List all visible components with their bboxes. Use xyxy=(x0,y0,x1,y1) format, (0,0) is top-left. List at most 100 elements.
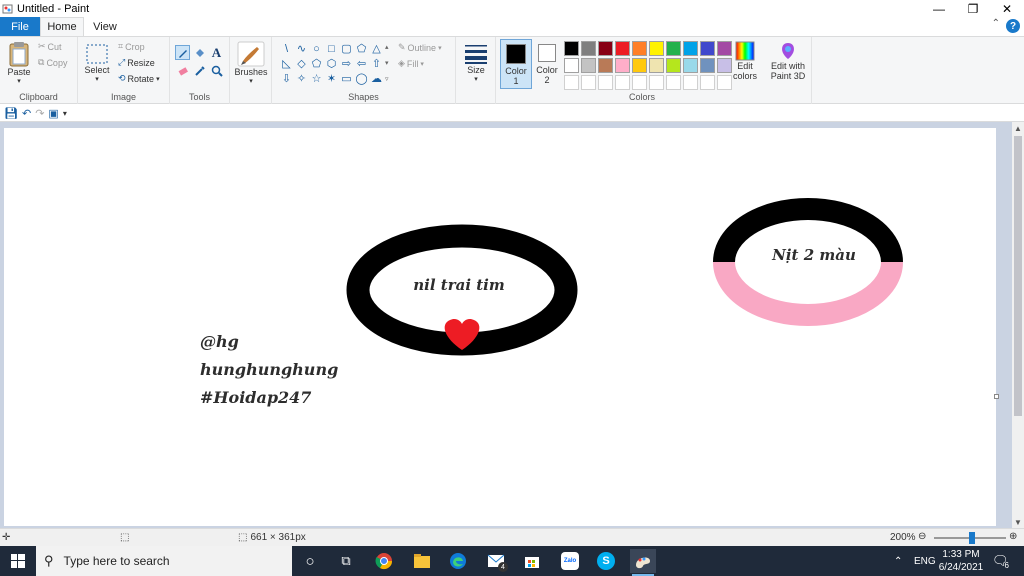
edit-colors-button[interactable]: Edit colors xyxy=(729,41,761,81)
color-swatch[interactable] xyxy=(700,58,715,73)
taskbar-search-box[interactable]: ⚲ Type here to search xyxy=(36,546,292,576)
show-hidden-icons-icon[interactable]: ⌃ xyxy=(894,546,902,576)
shape-option-10[interactable]: ⬡ xyxy=(324,57,339,72)
task-view-icon[interactable]: ⧉ xyxy=(334,549,358,573)
shape-option-3[interactable]: □ xyxy=(324,42,339,57)
color-swatch[interactable] xyxy=(649,41,664,56)
shape-option-17[interactable]: ✶ xyxy=(324,72,339,87)
shape-option-5[interactable]: ⬠ xyxy=(354,42,369,57)
rotate-button[interactable]: ⟲ Rotate ▾ xyxy=(118,73,160,84)
color-swatch[interactable] xyxy=(615,58,630,73)
shape-option-16[interactable]: ☆ xyxy=(309,72,324,87)
shape-option-0[interactable]: \ xyxy=(279,42,294,57)
color-picker-tool[interactable] xyxy=(192,63,207,78)
chrome-icon[interactable] xyxy=(372,549,396,573)
shape-option-18[interactable]: ▭ xyxy=(339,72,354,87)
fill-tool[interactable] xyxy=(192,45,207,60)
tab-file[interactable]: File xyxy=(0,17,40,36)
help-icon[interactable]: ? xyxy=(1006,19,1020,33)
magnifier-tool[interactable] xyxy=(209,63,224,78)
color-swatch[interactable] xyxy=(564,75,579,90)
scroll-thumb[interactable] xyxy=(1014,136,1022,416)
restore-button[interactable]: ❐ xyxy=(956,0,990,17)
shape-option-11[interactable]: ⇨ xyxy=(339,57,354,72)
color-swatch[interactable] xyxy=(700,41,715,56)
drawing-canvas[interactable]: nil trai tim Nịt 2 màu @hg hunghunghung … xyxy=(4,128,996,526)
file-explorer-icon[interactable] xyxy=(410,549,434,573)
color-swatch[interactable] xyxy=(564,41,579,56)
scroll-up-icon[interactable]: ▲ xyxy=(1012,122,1024,134)
zalo-icon[interactable]: Zalo xyxy=(558,549,582,573)
brushes-dropdown-icon[interactable]: ▾ xyxy=(233,77,269,85)
shapes-more-icon[interactable]: ▿ xyxy=(385,75,389,83)
shape-option-15[interactable]: ✧ xyxy=(294,72,309,87)
color-swatch[interactable] xyxy=(598,41,613,56)
shape-option-12[interactable]: ⇦ xyxy=(354,57,369,72)
resize-button[interactable]: ⤢ Resize xyxy=(118,57,155,68)
redo-icon[interactable]: ↷ xyxy=(35,107,44,120)
language-indicator[interactable]: ENG xyxy=(914,546,936,576)
fill-button[interactable]: ◈ Fill ▾ xyxy=(398,58,424,69)
canvas-resize-handle[interactable] xyxy=(994,394,999,399)
store-icon[interactable] xyxy=(520,549,544,573)
shape-option-19[interactable]: ◯ xyxy=(354,72,369,87)
copy-button[interactable]: ⧉ Copy xyxy=(38,57,67,68)
start-button[interactable] xyxy=(0,546,36,576)
color-swatch[interactable] xyxy=(649,58,664,73)
shape-option-14[interactable]: ⇩ xyxy=(279,72,294,87)
shape-option-4[interactable]: ▢ xyxy=(339,42,354,57)
color-swatch[interactable] xyxy=(598,58,613,73)
color-swatch[interactable] xyxy=(666,58,681,73)
paste-button[interactable]: Paste ▾ xyxy=(4,41,34,85)
shape-option-20[interactable]: ☁ xyxy=(369,72,384,87)
color2-button[interactable]: Color 2 xyxy=(534,39,560,89)
outline-button[interactable]: ✎ Outline ▾ xyxy=(398,42,442,53)
text-tool[interactable]: A xyxy=(209,45,224,60)
color1-button[interactable]: Color 1 xyxy=(500,39,532,89)
color-swatch[interactable] xyxy=(666,41,681,56)
eraser-tool[interactable] xyxy=(175,63,190,78)
zoom-out-button[interactable]: ⊖ xyxy=(918,531,926,542)
edge-icon[interactable] xyxy=(446,549,470,573)
shape-option-13[interactable]: ⇧ xyxy=(369,57,384,72)
tab-view[interactable]: View xyxy=(86,17,124,36)
cortana-icon[interactable]: ○ xyxy=(298,549,322,573)
color-swatch[interactable] xyxy=(581,58,596,73)
undo-icon[interactable]: ↶ xyxy=(22,107,31,120)
color-swatch[interactable] xyxy=(581,75,596,90)
color-swatch[interactable] xyxy=(683,75,698,90)
vertical-scrollbar[interactable]: ▲ ▼ xyxy=(1012,122,1024,528)
select-dropdown-icon[interactable]: ▾ xyxy=(82,75,112,83)
shapes-scroll-down-icon[interactable]: ▾ xyxy=(385,59,389,67)
shape-option-9[interactable]: ⬠ xyxy=(309,57,324,72)
edit-with-paint3d-button[interactable]: Edit with Paint 3D xyxy=(766,41,810,81)
color-swatch[interactable] xyxy=(564,58,579,73)
size-dropdown-icon[interactable]: ▾ xyxy=(462,75,490,83)
color-swatch[interactable] xyxy=(632,75,647,90)
rotate-dropdown-icon[interactable]: ▾ xyxy=(156,75,160,83)
minimize-button[interactable]: — xyxy=(922,0,956,17)
color-swatch[interactable] xyxy=(615,75,630,90)
color-swatch[interactable] xyxy=(581,41,596,56)
scroll-down-icon[interactable]: ▼ xyxy=(1012,516,1024,528)
color-swatch[interactable] xyxy=(683,41,698,56)
cut-button[interactable]: ✂ Cut xyxy=(38,41,62,52)
crop-button[interactable]: ⌗ Crop xyxy=(118,41,145,52)
skype-icon[interactable]: S xyxy=(594,549,618,573)
color-swatch[interactable] xyxy=(615,41,630,56)
brushes-button[interactable]: Brushes ▾ xyxy=(233,41,269,85)
shape-option-6[interactable]: △ xyxy=(369,42,384,57)
close-button[interactable]: ✕ xyxy=(990,0,1024,17)
shape-option-1[interactable]: ∿ xyxy=(294,42,309,57)
color-swatch[interactable] xyxy=(666,75,681,90)
notifications-icon[interactable]: 🗨︎ 6 xyxy=(992,546,1009,576)
select-button[interactable]: Select ▾ xyxy=(82,43,112,83)
paint-taskbar-icon[interactable] xyxy=(630,549,656,576)
zoom-in-button[interactable]: ⊕ xyxy=(1009,531,1017,542)
color-swatch[interactable] xyxy=(632,58,647,73)
size-button[interactable]: Size ▾ xyxy=(462,43,490,83)
color-swatch[interactable] xyxy=(683,58,698,73)
collapse-ribbon-icon[interactable]: ⌃ xyxy=(992,18,1000,29)
color-swatch[interactable] xyxy=(649,75,664,90)
shape-option-7[interactable]: ◺ xyxy=(279,57,294,72)
